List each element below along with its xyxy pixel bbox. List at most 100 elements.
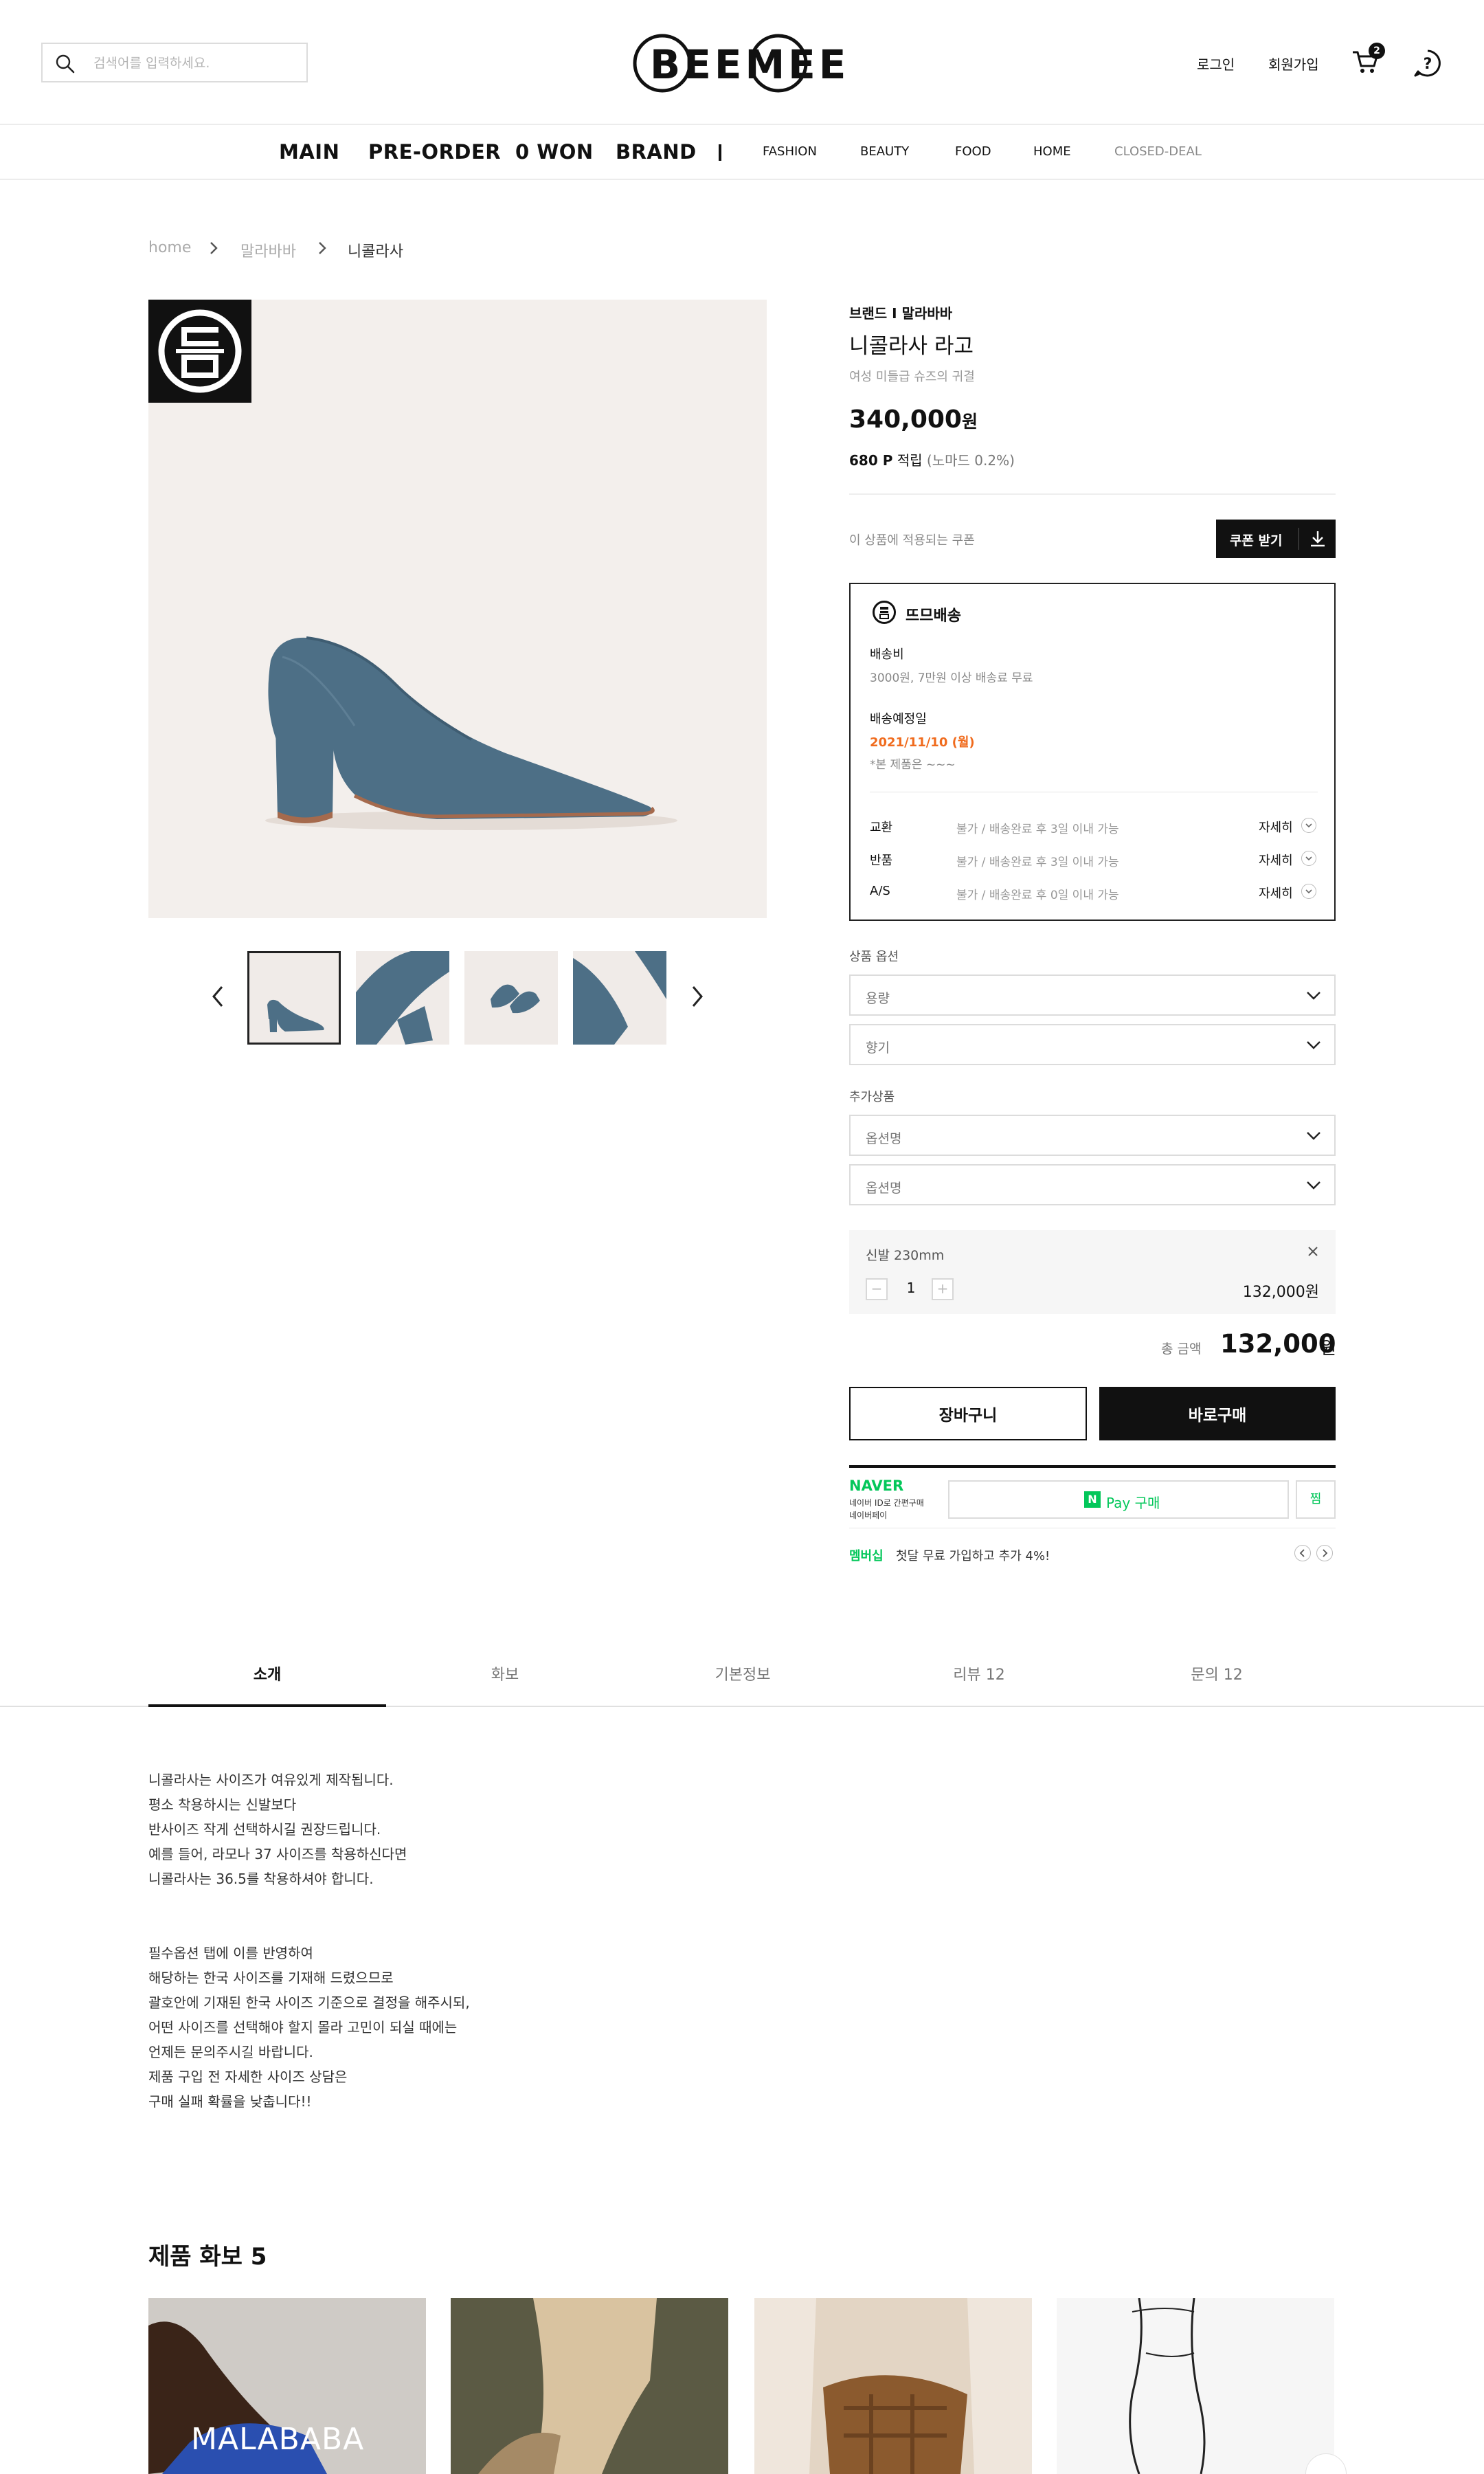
review-card-1[interactable]: MALABABA bbox=[148, 2298, 426, 2474]
tab-intro[interactable]: 소개 bbox=[148, 1644, 386, 1707]
naver-pay-row: NAVER 네이버 ID로 간편구매 네이버페이 N Pay 구매 찜 bbox=[849, 1465, 1336, 1528]
select-value: 용량 bbox=[866, 991, 890, 1006]
review-card-4[interactable] bbox=[1057, 2298, 1334, 2474]
thumbnail-1[interactable] bbox=[247, 951, 341, 1045]
option-select-volume[interactable]: 용량 bbox=[849, 974, 1336, 1016]
membership-next-button[interactable] bbox=[1316, 1545, 1333, 1561]
quantity-value[interactable]: 1 bbox=[899, 1280, 923, 1296]
buy-now-button[interactable]: 바로구매 bbox=[1099, 1387, 1336, 1440]
review-card-3[interactable] bbox=[754, 2298, 1032, 2474]
chevron-right-icon bbox=[1323, 1549, 1328, 1557]
thumbnail-2[interactable] bbox=[356, 951, 449, 1045]
add-to-cart-button[interactable]: 장바구니 bbox=[849, 1387, 1087, 1440]
description-line: 필수옵션 탭에 이를 반영하여 bbox=[148, 1945, 313, 1961]
nav-closed-deal[interactable]: CLOSED-DEAL bbox=[1114, 144, 1202, 159]
ship-date-note: *본 제품은 ~~~ bbox=[870, 758, 956, 772]
nav-fashion[interactable]: FASHION bbox=[763, 144, 817, 159]
thumbnail-4[interactable] bbox=[573, 951, 666, 1045]
tab-inquiries[interactable]: 문의 12 bbox=[1098, 1644, 1336, 1707]
signup-link[interactable]: 회원가입 bbox=[1268, 54, 1319, 74]
review-image bbox=[1057, 2298, 1334, 2474]
cart-count-badge: 2 bbox=[1369, 43, 1385, 59]
exchange-details-link[interactable]: 자세히 bbox=[1259, 818, 1293, 836]
product-tabs: 소개 화보 기본정보 리뷰 12 문의 12 bbox=[0, 1644, 1484, 1707]
description-line: 니콜라사는 36.5를 착용하셔야 합니다. bbox=[148, 1871, 374, 1887]
coupon-download-button[interactable]: 쿠폰 받기 bbox=[1216, 520, 1336, 558]
extra-products-label: 추가상품 bbox=[849, 1090, 895, 1104]
tab-basic-info[interactable]: 기본정보 bbox=[624, 1644, 862, 1707]
nav-beauty[interactable]: BEAUTY bbox=[860, 144, 909, 159]
close-icon[interactable] bbox=[1305, 1244, 1320, 1259]
chevron-down-icon[interactable] bbox=[1301, 884, 1316, 899]
points-label: 적립 bbox=[897, 452, 923, 469]
tab-reviews[interactable]: 리뷰 12 bbox=[860, 1644, 1098, 1707]
return-details-link[interactable]: 자세히 bbox=[1259, 851, 1293, 869]
search-box[interactable] bbox=[41, 43, 308, 82]
chevron-right-icon bbox=[319, 242, 326, 254]
naver-pay-button[interactable]: N Pay 구매 bbox=[948, 1480, 1289, 1519]
nav-food[interactable]: FOOD bbox=[955, 144, 991, 159]
extra-select-2[interactable]: 옵션명 bbox=[849, 1164, 1336, 1205]
description-line: 구매 실패 확률을 낮춥니다!! bbox=[148, 2093, 312, 2110]
shoe-thumbnail-image bbox=[573, 951, 666, 1045]
thumbnail-prev-arrow[interactable] bbox=[210, 984, 225, 1009]
chevron-down-icon bbox=[1307, 1041, 1320, 1049]
points-note: (노마드 0.2%) bbox=[926, 452, 1015, 469]
naver-wishlist-button[interactable]: 찜 bbox=[1296, 1480, 1336, 1519]
product-brand[interactable]: 브랜드 I 말라바바 bbox=[849, 302, 952, 322]
login-link[interactable]: 로그인 bbox=[1197, 54, 1235, 74]
points-value: 680 P bbox=[849, 452, 893, 469]
search-icon[interactable] bbox=[55, 54, 76, 74]
product-main-image[interactable] bbox=[148, 300, 767, 918]
as-policy: 불가 / 배송완료 후 0일 이내 가능 bbox=[956, 889, 1119, 902]
chevron-down-icon bbox=[1307, 1181, 1320, 1190]
extra-select-1[interactable]: 옵션명 bbox=[849, 1115, 1336, 1156]
breadcrumb-current: 니콜라사 bbox=[348, 243, 403, 260]
product-name: 니콜라사 라고 bbox=[849, 334, 974, 359]
description-line: 제품 구입 전 자세한 사이즈 상담은 bbox=[148, 2069, 348, 2085]
nav-0-won[interactable]: 0 WON bbox=[515, 140, 594, 164]
price-value: 340,000 bbox=[849, 405, 962, 434]
shipping-fee-value: 3000원, 7만원 이상 배송료 무료 bbox=[870, 671, 1033, 685]
return-policy: 불가 / 배송완료 후 3일 이내 가능 bbox=[956, 856, 1119, 869]
nav-pre-order[interactable]: PRE-ORDER bbox=[368, 140, 501, 164]
description-line: 어떤 사이즈를 선택해야 할지 몰라 고민이 되실 때에는 bbox=[148, 2019, 458, 2036]
site-header: BEEMEE 로그인 회원가입 2 ? bbox=[0, 0, 1484, 125]
membership-prev-button[interactable] bbox=[1294, 1545, 1311, 1561]
site-logo[interactable]: BEEMEE bbox=[632, 32, 852, 95]
svg-text:?: ? bbox=[1424, 56, 1432, 73]
nav-home[interactable]: HOME bbox=[1033, 144, 1071, 159]
review-card-2[interactable] bbox=[451, 2298, 728, 2474]
review-image bbox=[754, 2298, 1032, 2474]
thumbnail-3[interactable] bbox=[464, 951, 558, 1045]
breadcrumb-home[interactable]: home bbox=[148, 239, 191, 256]
tab-gallery[interactable]: 화보 bbox=[386, 1644, 624, 1707]
membership-label: 멤버십 bbox=[849, 1549, 884, 1563]
total-price: 132,000 bbox=[1220, 1329, 1336, 1359]
option-select-scent[interactable]: 향기 bbox=[849, 1024, 1336, 1065]
description-line: 예를 들어, 라모나 37 사이즈를 착용하신다면 bbox=[148, 1846, 407, 1862]
shipping-fee-label: 배송비 bbox=[870, 647, 904, 662]
breadcrumb-brand[interactable]: 말라바바 bbox=[240, 239, 296, 261]
nav-brand[interactable]: BRAND bbox=[616, 140, 697, 164]
help-button[interactable]: ? bbox=[1413, 48, 1443, 81]
chevron-down-icon bbox=[1307, 1132, 1320, 1140]
quantity-increase-button[interactable]: + bbox=[932, 1278, 954, 1300]
quantity-decrease-button[interactable]: − bbox=[866, 1278, 888, 1300]
total-label: 총 금액 bbox=[1161, 1341, 1202, 1357]
chevron-down-icon[interactable] bbox=[1301, 851, 1316, 866]
chevron-down-icon[interactable] bbox=[1301, 818, 1316, 833]
shoe-thumbnail-image bbox=[249, 953, 339, 1043]
brand-badge bbox=[148, 300, 251, 403]
selected-option-name: 신발 230mm bbox=[866, 1248, 945, 1263]
exchange-policy: 불가 / 배송완료 후 3일 이내 가능 bbox=[956, 823, 1119, 836]
cart-button[interactable]: 2 bbox=[1351, 43, 1385, 78]
description-line: 평소 착용하시는 신발보다 bbox=[148, 1796, 297, 1813]
as-details-link[interactable]: 자세히 bbox=[1259, 884, 1293, 902]
search-input[interactable] bbox=[93, 52, 300, 74]
delivery-logo-icon bbox=[873, 601, 896, 624]
thumbnail-next-arrow[interactable] bbox=[690, 984, 705, 1009]
main-nav: MAIN PRE-ORDER 0 WON BRAND FASHION BEAUT… bbox=[0, 126, 1484, 180]
nav-main[interactable]: MAIN bbox=[279, 140, 339, 164]
naver-n-icon: N bbox=[1084, 1491, 1101, 1508]
